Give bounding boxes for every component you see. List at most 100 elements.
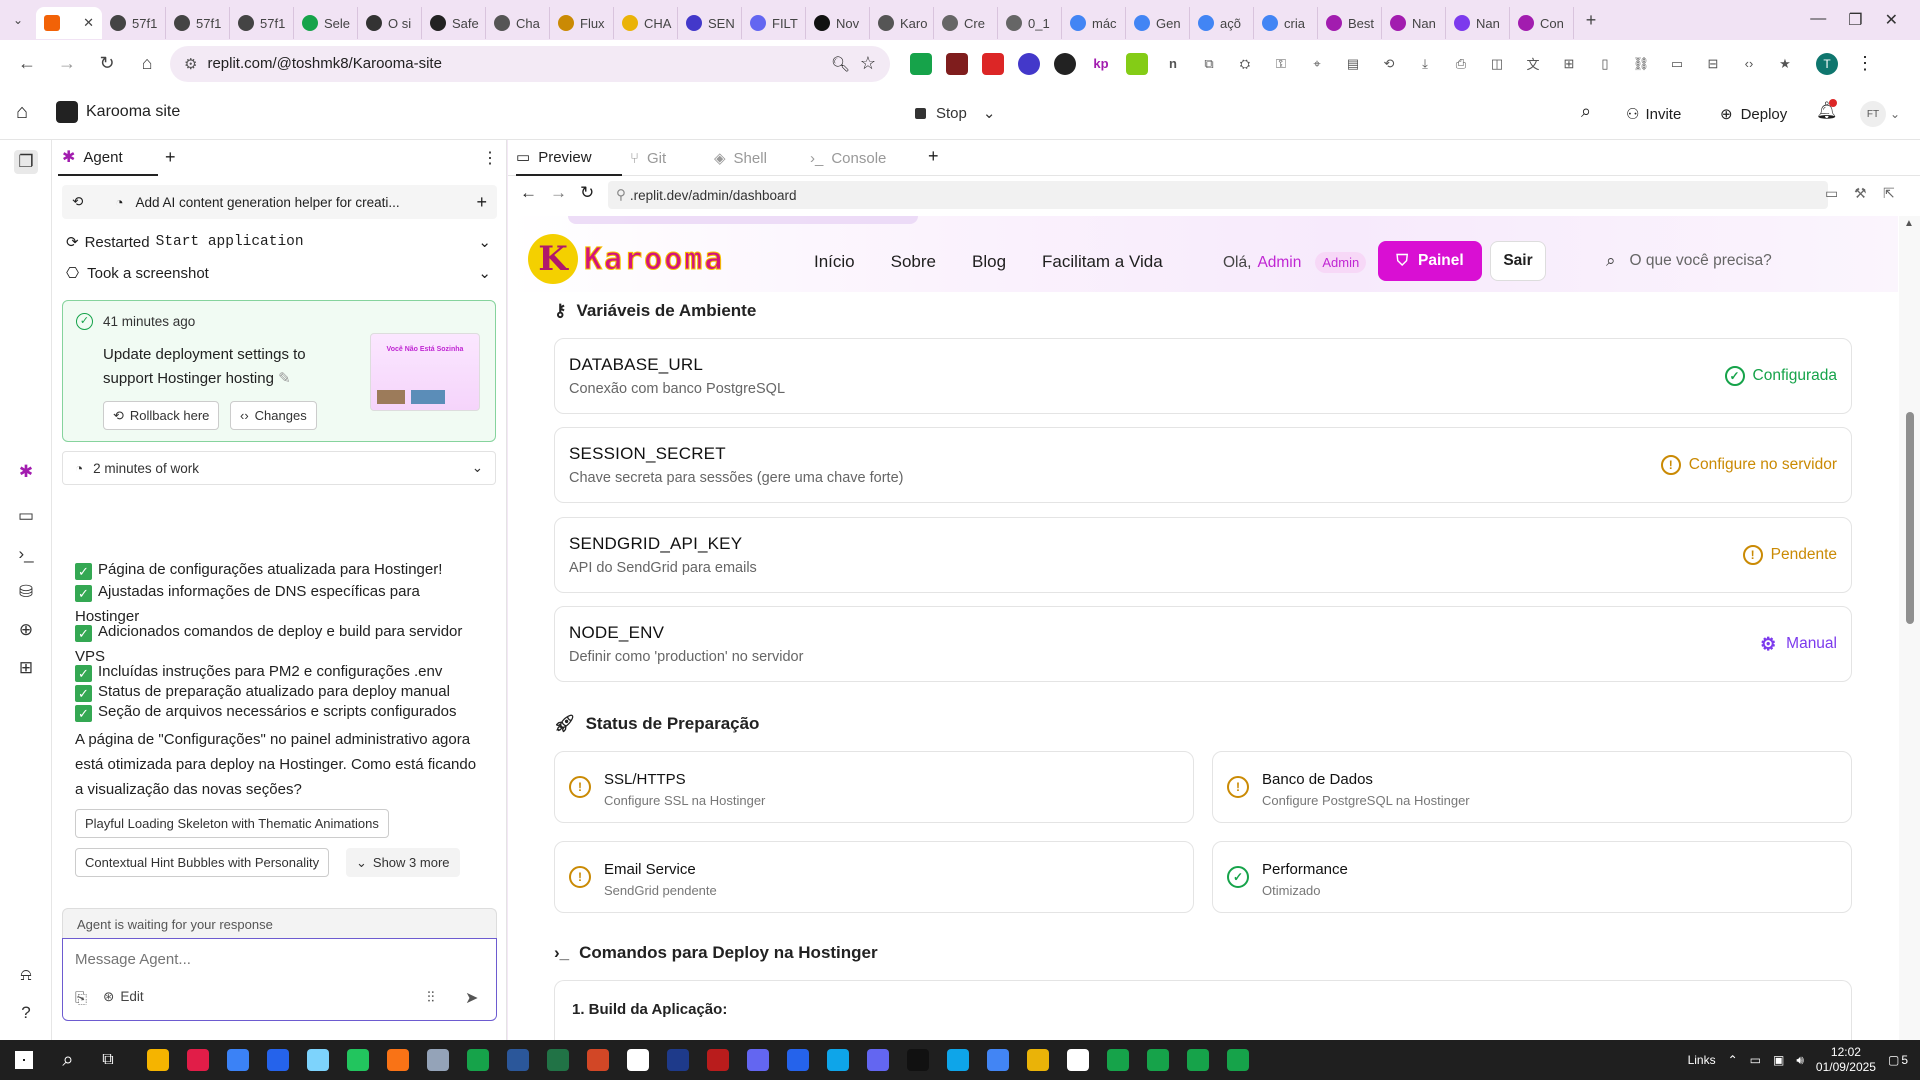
taskbar-app-icon[interactable] xyxy=(938,1040,978,1080)
help-support-icon[interactable]: ⍾ xyxy=(14,963,38,987)
commit-thumbnail[interactable]: Você Não Está Sozinha xyxy=(370,333,480,411)
more-options-icon[interactable]: ⋮ xyxy=(482,148,498,168)
open-new-window-icon[interactable]: ⇱ xyxy=(1883,185,1895,202)
taskbar-app-icon[interactable] xyxy=(818,1040,858,1080)
preview-scrollbar[interactable]: ▲ ▼ xyxy=(1899,216,1920,1060)
history-icon[interactable]: ⟲ xyxy=(72,194,83,210)
taskbar-app-icon[interactable] xyxy=(698,1040,738,1080)
logout-button[interactable]: Sair xyxy=(1490,241,1546,281)
browser-tab[interactable]: CHA xyxy=(614,7,678,39)
settings-sliders-icon[interactable]: ⫶⫶ xyxy=(427,989,435,1006)
checkpoint-bar[interactable]: ⟲ ◔ Add AI content generation helper for… xyxy=(62,185,497,219)
taskbar-app-icon[interactable] xyxy=(738,1040,778,1080)
browser-tab[interactable]: 57f1 xyxy=(166,7,230,39)
rollback-button[interactable]: ⟲ Rollback here xyxy=(103,401,220,430)
history-icon[interactable]: ⟲ xyxy=(1378,53,1400,75)
taskbar-app-icon[interactable] xyxy=(378,1040,418,1080)
deploy-button[interactable]: ⊕ Deploy xyxy=(1712,98,1795,130)
tab-search-icon[interactable]: ⌄ xyxy=(0,3,36,37)
taskbar-app-icon[interactable] xyxy=(418,1040,458,1080)
site-logo[interactable]: K Karooma xyxy=(528,234,724,284)
taskbar-app-icon[interactable] xyxy=(1178,1040,1218,1080)
project-title[interactable]: Karooma site xyxy=(56,101,180,123)
new-tab-button[interactable]: + xyxy=(928,146,939,167)
volume-icon[interactable]: 🔊︎ xyxy=(1796,1053,1804,1068)
forward-icon[interactable]: → xyxy=(50,47,84,81)
close-tab-icon[interactable]: ✕ xyxy=(83,15,94,31)
restarted-row[interactable]: ⟳ Restarted Start application ⌄ xyxy=(66,233,491,252)
browser-tab[interactable]: Best xyxy=(1318,7,1382,39)
tab-shell[interactable]: ◈ Shell xyxy=(714,140,767,176)
attach-icon[interactable]: ⎘ xyxy=(75,990,87,1007)
browser-tab[interactable]: mác xyxy=(1062,7,1126,39)
message-input[interactable] xyxy=(75,945,475,973)
extension-icon[interactable] xyxy=(1018,52,1040,75)
browser-tab[interactable]: Nan xyxy=(1382,7,1446,39)
browser-menu-icon[interactable]: ⋮ xyxy=(1856,53,1874,74)
back-icon[interactable]: ← xyxy=(10,47,44,81)
pencil-icon[interactable]: ✎ xyxy=(278,370,291,387)
user-avatar[interactable]: FT ⌄ xyxy=(1860,101,1900,127)
devices-icon[interactable]: ▭ xyxy=(1825,185,1838,202)
taskbar-app-icon[interactable] xyxy=(578,1040,618,1080)
suggestion-chip[interactable]: Contextual Hint Bubbles with Personality xyxy=(75,848,330,877)
taskbar-app-icon[interactable] xyxy=(1098,1040,1138,1080)
forward-icon[interactable]: → xyxy=(550,183,567,203)
restore-icon[interactable]: ❐ xyxy=(1848,10,1862,30)
print-icon[interactable]: ⎙ xyxy=(1450,53,1472,75)
extension-icon[interactable] xyxy=(946,52,968,75)
reload-icon[interactable]: ↻ xyxy=(90,47,124,81)
start-button[interactable] xyxy=(0,1040,48,1080)
extension-icon[interactable]: n xyxy=(1162,53,1184,75)
back-icon[interactable]: ← xyxy=(520,183,537,203)
site-search[interactable]: ⌕ O que você precisa? xyxy=(1606,241,1886,281)
incognito-icon[interactable]: ⛭ xyxy=(1234,53,1256,75)
translate-icon[interactable]: 文 xyxy=(1522,53,1544,75)
add-icon[interactable]: + xyxy=(476,192,487,213)
preview-icon[interactable]: ▭ xyxy=(14,504,38,528)
search-icon[interactable]: ⌕ xyxy=(48,1040,88,1080)
browser-tab[interactable]: Sele xyxy=(294,7,358,39)
download-icon[interactable]: ⤓ xyxy=(1414,53,1436,75)
extension-icon[interactable] xyxy=(1054,52,1076,75)
browser-tab[interactable]: Con xyxy=(1510,7,1574,39)
browser-tab[interactable]: Flux xyxy=(550,7,614,39)
agent-icon[interactable]: ✱ xyxy=(14,460,38,484)
browser-tab[interactable]: Karo xyxy=(870,7,934,39)
browser-tab[interactable]: Safe xyxy=(422,7,486,39)
reload-icon[interactable]: ↻ xyxy=(580,183,594,203)
reader-icon[interactable]: ▤ xyxy=(1342,53,1364,75)
browser-tab[interactable]: Nan xyxy=(1446,7,1510,39)
taskbar-app-icon[interactable] xyxy=(1018,1040,1058,1080)
browser-tab[interactable]: açõ xyxy=(1190,7,1254,39)
browser-tab[interactable]: Nov xyxy=(806,7,870,39)
tray-chevron-icon[interactable]: ⌃ xyxy=(1728,1053,1738,1067)
browser-tab[interactable]: Cre xyxy=(934,7,998,39)
apps-icon[interactable]: ⊞ xyxy=(1558,53,1580,75)
screenshot-icon[interactable]: ◫ xyxy=(1486,53,1508,75)
taskbar-app-icon[interactable] xyxy=(338,1040,378,1080)
browser-tab[interactable]: 57f1 xyxy=(102,7,166,39)
taskbar-app-icon[interactable] xyxy=(458,1040,498,1080)
browser-tab[interactable]: 0_1 xyxy=(998,7,1062,39)
taskbar-app-icon[interactable] xyxy=(178,1040,218,1080)
taskbar-app-icon[interactable] xyxy=(298,1040,338,1080)
screenshot-row[interactable]: ⎔ Took a screenshot ⌄ xyxy=(66,264,491,283)
suggestion-chip[interactable]: Playful Loading Skeleton with Thematic A… xyxy=(75,809,389,838)
location-icon[interactable]: ⌖ xyxy=(1306,53,1328,75)
cast-icon[interactable]: ▭ xyxy=(1666,53,1688,75)
home-icon[interactable]: ⌂ xyxy=(130,47,164,81)
favorites-icon[interactable]: ★ xyxy=(1774,53,1796,75)
work-summary-bar[interactable]: ◔ 2 minutes of work ⌄ xyxy=(62,451,496,485)
taskbar-app-icon[interactable] xyxy=(138,1040,178,1080)
home-icon[interactable]: ⌂ xyxy=(16,101,28,124)
taskbar-app-icon[interactable] xyxy=(778,1040,818,1080)
extension-icon[interactable] xyxy=(1126,52,1148,75)
browser-tab[interactable]: cria xyxy=(1254,7,1318,39)
show-more-button[interactable]: ⌄ Show 3 more xyxy=(346,848,460,877)
site-nav-link[interactable]: Facilitam a Vida xyxy=(1042,252,1163,272)
key-icon[interactable]: ⚿ xyxy=(1270,53,1292,75)
shell-icon[interactable]: ›_ xyxy=(14,542,38,566)
new-tab-button[interactable]: + xyxy=(1574,3,1608,37)
site-info-icon[interactable]: ⚙ xyxy=(184,55,197,73)
